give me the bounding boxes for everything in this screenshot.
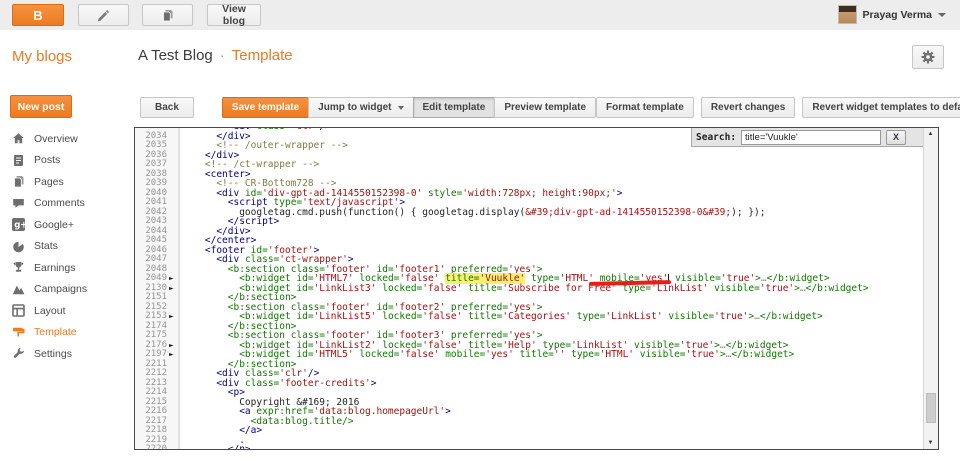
fold-arrow-icon[interactable]: ►	[167, 274, 178, 284]
title-separator: ·	[220, 47, 225, 64]
sidebar-item-label: Pages	[34, 176, 64, 188]
view-blog-button[interactable]: View blog	[207, 4, 261, 26]
gear-icon	[921, 50, 935, 64]
code-line[interactable]: 2219 .	[135, 436, 924, 446]
code-line[interactable]: 2043 </script>	[135, 217, 924, 227]
fold-arrow-icon[interactable]: ►	[167, 312, 178, 322]
svg-text:g+: g+	[14, 221, 25, 231]
template-code-editor: 2033 <div class='clr'/>2034 </div>2035 <…	[134, 127, 939, 450]
search-bar: Search: X	[691, 128, 925, 147]
sidebar-item-label: Settings	[34, 348, 72, 360]
blogger-logo-icon: B	[33, 8, 42, 23]
save-template-button[interactable]: Save template	[222, 97, 309, 118]
jump-to-widget-dropdown[interactable]: Jump to widget	[308, 97, 413, 118]
posts-icon	[12, 154, 25, 167]
page-title: Template	[232, 47, 293, 64]
sidebar-item-posts[interactable]: Posts	[0, 150, 133, 172]
search-label: Search:	[696, 132, 736, 143]
scroll-thumb[interactable]	[926, 393, 936, 423]
scroll-up-icon[interactable]: ▲	[924, 131, 937, 137]
preview-template-tab[interactable]: Preview template	[494, 97, 596, 118]
sidebar-item-pages[interactable]: Pages	[0, 171, 133, 193]
home-icon	[12, 132, 25, 145]
sidebar-item-label: Earnings	[34, 262, 75, 274]
user-name: Prayag Verma	[863, 9, 932, 21]
scroll-down-icon[interactable]: ▼	[924, 440, 937, 446]
chevron-down-icon	[938, 13, 946, 17]
revert-changes-button[interactable]: Revert changes	[701, 97, 795, 118]
sidebar-item-stats[interactable]: Stats	[0, 236, 133, 258]
sidebar-item-label: Campaigns	[34, 283, 87, 295]
line-number: 2220	[135, 445, 179, 449]
pie-chart-icon	[12, 240, 25, 253]
pages-list-button[interactable]	[142, 4, 193, 26]
format-template-button[interactable]: Format template	[596, 97, 694, 118]
sidebar-item-label: Template	[34, 326, 77, 338]
chevron-down-icon	[398, 106, 404, 110]
breadcrumb: A Test Blog · Template	[138, 47, 293, 64]
blogger-home-button[interactable]: B	[12, 4, 64, 26]
comment-bubble-icon	[12, 197, 25, 210]
code-line[interactable]: 2220 </p>	[135, 445, 924, 449]
page-header: My blogs A Test Blog · Template	[0, 30, 960, 85]
template-toolbar: Back Save template Jump to widget Edit t…	[134, 97, 942, 118]
code-line[interactable]: 2213 <div class='footer-credits'>	[135, 379, 924, 389]
search-close-button[interactable]: X	[886, 130, 906, 145]
fold-arrow-icon[interactable]: ►	[167, 341, 178, 351]
sidebar-item-label: Comments	[34, 197, 85, 209]
code-line[interactable]: 2037 <!-- /ct-wrapper -->	[135, 160, 924, 170]
revert-widget-templates-button[interactable]: Revert widget templates to default	[802, 97, 960, 118]
sidebar-item-settings[interactable]: Settings	[0, 343, 133, 365]
sidebar-item-comments[interactable]: Comments	[0, 193, 133, 215]
search-input[interactable]	[741, 130, 881, 145]
sidebar-item-label: Google+	[34, 219, 74, 231]
sidebar-item-label: Posts	[34, 154, 60, 166]
blog-title: A Test Blog	[138, 47, 213, 64]
layout-grid-icon	[12, 304, 25, 317]
pages-icon	[12, 175, 25, 188]
sidebar-item-campaigns[interactable]: Campaigns	[0, 279, 133, 301]
user-menu[interactable]: Prayag Verma	[838, 5, 946, 24]
sidebar-item-overview[interactable]: Overview	[0, 128, 133, 150]
sidebar-item-label: Overview	[34, 133, 78, 145]
copy-pages-icon	[161, 9, 174, 22]
sidebar-item-label: Stats	[34, 240, 58, 252]
vertical-scrollbar[interactable]: ▲ ▼	[923, 128, 938, 449]
code-area[interactable]: 2033 <div class='clr'/>2034 </div>2035 <…	[135, 127, 924, 449]
sidebar-item-googleplus[interactable]: g+ Google+	[0, 214, 133, 236]
mountains-icon	[12, 283, 25, 296]
fold-arrow-icon[interactable]: ►	[167, 350, 178, 360]
google-plus-icon: g+	[12, 218, 25, 231]
fold-arrow-icon[interactable]: ►	[167, 284, 178, 294]
sidebar-item-label: Layout	[34, 305, 66, 317]
settings-gear-button[interactable]	[912, 45, 944, 69]
back-button[interactable]: Back	[140, 97, 194, 118]
code-line[interactable]: 2218 </a>	[135, 426, 924, 436]
my-blogs-link[interactable]: My blogs	[12, 48, 72, 65]
sidebar-item-layout[interactable]: Layout	[0, 300, 133, 322]
new-post-pencil-button[interactable]	[78, 4, 129, 26]
paint-roller-icon	[12, 326, 25, 339]
sidebar-nav: Overview Posts Pages Comments g+ Google+…	[0, 128, 133, 365]
wrench-icon	[12, 347, 25, 360]
trophy-icon	[12, 261, 25, 274]
edit-template-tab[interactable]: Edit template	[413, 97, 496, 118]
pencil-icon	[97, 9, 110, 22]
avatar	[838, 5, 857, 24]
sidebar-item-template[interactable]: Template	[0, 322, 133, 344]
new-post-button[interactable]: New post	[10, 95, 72, 118]
top-navbar: B View blog Prayag Verma	[0, 0, 960, 31]
sidebar-item-earnings[interactable]: Earnings	[0, 257, 133, 279]
